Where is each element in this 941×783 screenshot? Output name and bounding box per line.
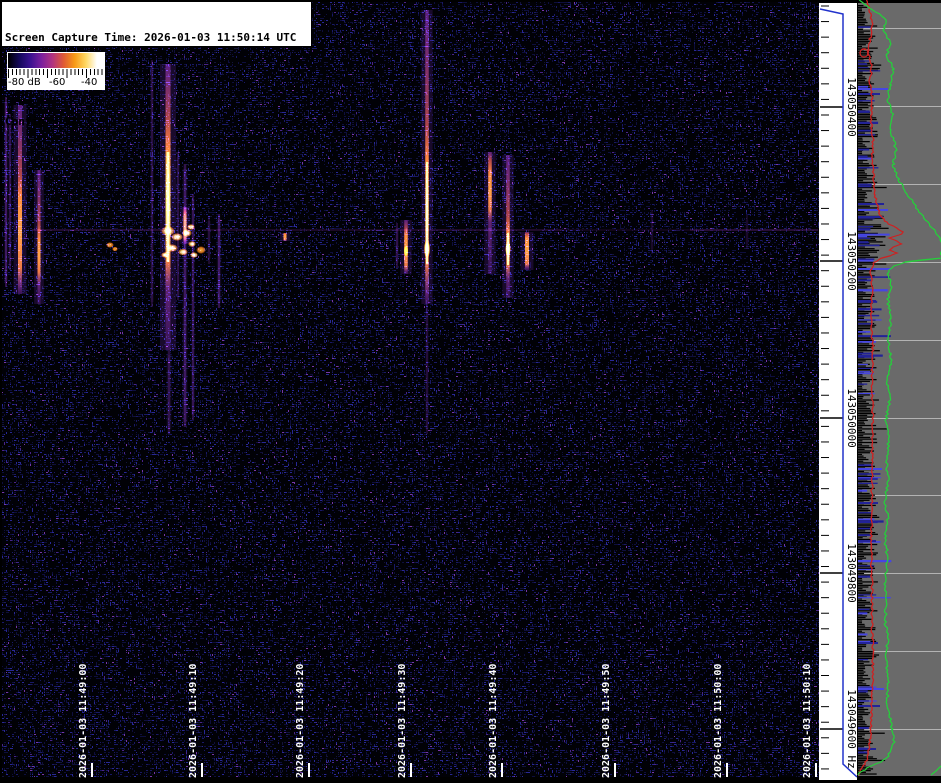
db-label-min: -80 dB xyxy=(8,77,41,88)
frequency-axis-label: 143049800 xyxy=(845,543,858,603)
config-text: Config = V8 xyxy=(5,115,78,128)
time-tick-mark xyxy=(726,763,728,777)
time-axis-label: 2026-01-03 11:49:40 xyxy=(488,663,499,778)
frequency-axis-label: 143050200 xyxy=(845,231,858,291)
frequency-axis-label: 143050400 xyxy=(845,77,858,137)
time-axis-label: 2026-01-03 11:49:30 xyxy=(397,663,408,778)
time-tick-mark xyxy=(91,763,93,777)
frequency-axis-label: 143050000 xyxy=(845,388,858,448)
capture-info-box: Screen Capture Time: 2026-01-03 11:50:14… xyxy=(2,2,312,128)
color-scale-legend: -80 dB -60 -40 xyxy=(7,52,105,90)
time-axis-label: 2026-01-03 11:49:20 xyxy=(295,663,306,778)
color-gradient-bar xyxy=(8,53,97,68)
time-axis-label: 2026-01-03 11:49:00 xyxy=(78,663,89,778)
spectrogram-screen: Screen Capture Time: 2026-01-03 11:50:14… xyxy=(0,0,941,783)
time-axis-label: 2026-01-03 11:50:00 xyxy=(713,663,724,778)
time-tick-mark xyxy=(614,763,616,777)
time-axis-label: 2026-01-03 11:49:50 xyxy=(601,663,612,778)
capture-time-text: Screen Capture Time: 2026-01-03 11:50:14… xyxy=(5,31,297,44)
color-scale-labels: -80 dB -60 -40 xyxy=(7,77,105,90)
db-label-max: -40 xyxy=(81,77,98,88)
time-tick-mark xyxy=(815,763,817,777)
spectrum-analyzer-panel xyxy=(857,0,941,783)
time-axis-label: 2026-01-03 11:49:10 xyxy=(188,663,199,778)
time-tick-mark xyxy=(410,763,412,777)
time-tick-mark xyxy=(501,763,503,777)
time-tick-mark xyxy=(201,763,203,777)
time-axis-label: 2026-01-03 11:50:10 xyxy=(802,663,813,778)
time-tick-mark xyxy=(308,763,310,777)
frequency-axis-label: 143049600 Hz xyxy=(845,689,858,769)
db-label-mid: -60 xyxy=(49,77,66,88)
